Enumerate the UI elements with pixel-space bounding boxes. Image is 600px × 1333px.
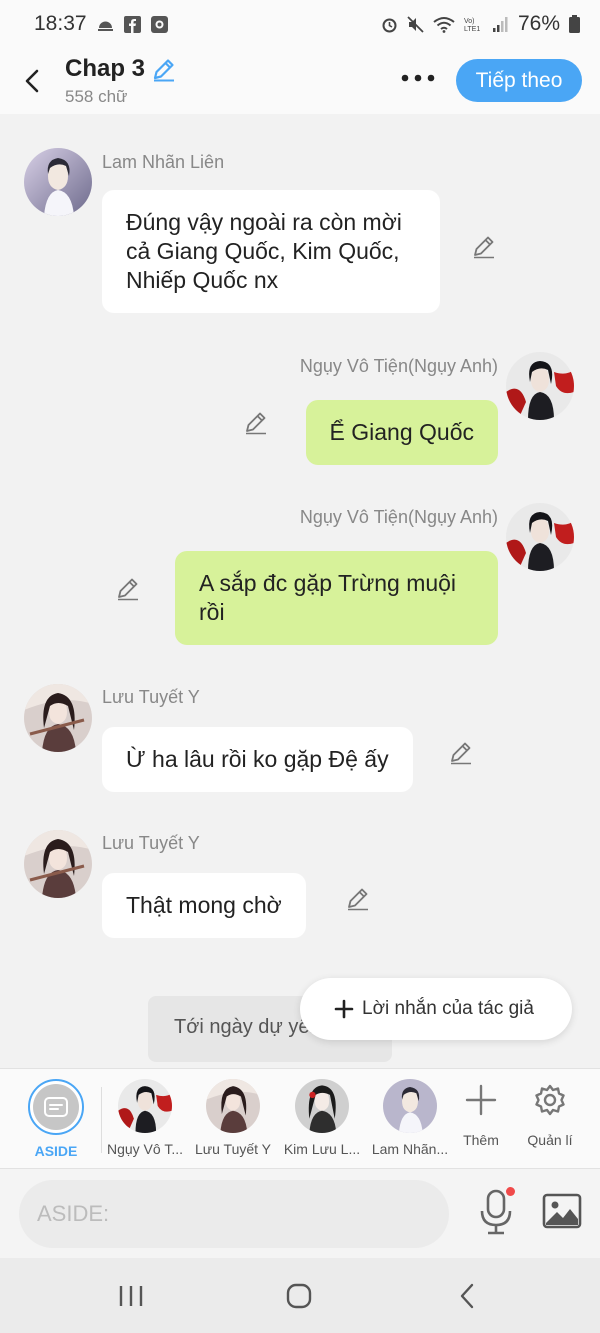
top-app-bar: Chap 3 558 chữ Tiếp theo [0,48,600,114]
message-bubble[interactable]: Ể Giang Quốc [305,400,498,465]
signal-icon [492,16,508,32]
edit-pencil-icon[interactable] [115,575,141,601]
sender-name: Ngụy Vô Tiện(Ngụy Anh) [299,356,498,376]
character-label: ASIDE [34,1143,78,1159]
sender-name: Lưu Tuyết Y [102,687,200,707]
more-options-button[interactable] [396,62,440,94]
avatar [383,1079,437,1133]
edit-pencil-icon[interactable] [448,739,474,765]
back-button[interactable] [6,55,58,107]
battery-percent: 76% [517,12,560,35]
message-icon [44,1097,68,1117]
message-bubble[interactable]: Ừ ha lâu rồi ko gặp Đệ ấy [102,727,413,792]
next-button[interactable]: Tiếp theo [456,59,582,102]
message-input[interactable]: ASIDE: [19,1180,449,1248]
message-bubble[interactable]: Đúng vậy ngoài ra còn mời cả Giang Quốc,… [102,190,440,313]
recent-apps-icon [119,1286,143,1306]
avatar[interactable] [506,352,574,420]
avatar [206,1079,260,1133]
character-item[interactable]: Ngụy Vô T... [101,1079,189,1157]
image-icon[interactable] [542,1193,582,1229]
status-time: 18:37 [34,12,87,35]
avatar [118,1079,172,1133]
system-back-icon [460,1283,474,1309]
word-count: 558 chữ [65,87,128,106]
system-back-button[interactable] [447,1278,487,1314]
input-bar: ASIDE: [0,1169,600,1258]
edit-pencil-icon[interactable] [471,233,497,259]
character-item[interactable]: Lưu Tuyết Y [189,1079,277,1157]
character-aside[interactable]: ASIDE [12,1079,100,1159]
home-icon [286,1283,312,1309]
screen-record-icon [150,15,168,33]
wifi-icon [433,16,455,33]
chapter-title: Chap 3 [65,55,146,82]
battery-icon [569,15,580,33]
chat-area[interactable]: Lam Nhãn Liên Đúng vậy ngoài ra còn mời … [0,114,600,1068]
facebook-icon [123,15,141,33]
weather-icon [97,21,113,31]
character-label: Kim Lưu L... [283,1141,361,1157]
recent-apps-button[interactable] [111,1278,151,1314]
manage-label: Quản lí [527,1132,573,1148]
gear-icon [535,1084,565,1116]
avatar [295,1079,349,1133]
system-nav-bar [0,1258,600,1333]
mute-icon [407,15,424,33]
svg-text:Vo): Vo) [464,18,475,25]
pencil-icon[interactable] [151,56,177,82]
sender-name: Lưu Tuyết Y [102,833,200,853]
character-item[interactable]: Kim Lưu L... [278,1079,366,1157]
avatar[interactable] [24,148,92,216]
notification-dot [506,1187,515,1196]
home-button[interactable] [279,1278,319,1314]
avatar[interactable] [506,503,574,571]
edit-pencil-icon[interactable] [345,885,371,911]
manage-button[interactable]: Quản lí [506,1083,594,1148]
message-bubble[interactable]: A sắp đc gặp Trừng muội rồi [175,551,498,645]
plus-icon [334,999,354,1019]
status-bar: 18:37 Vo) LTE1 76% [0,0,600,48]
message-bubble[interactable]: Thật mong chờ [102,873,306,938]
edit-pencil-icon[interactable] [243,409,269,435]
aside-avatar [28,1079,84,1135]
plus-icon [465,1084,497,1116]
svg-text:LTE1: LTE1 [464,26,480,33]
avatar[interactable] [24,684,92,752]
sender-name: Lam Nhãn Liên [102,152,225,172]
avatar[interactable] [24,830,92,898]
character-label: Lưu Tuyết Y [194,1141,272,1157]
character-label: Ngụy Vô T... [106,1141,183,1157]
author-note-label: Lời nhắn của tác giả [362,998,534,1019]
author-note-button[interactable]: Lời nhắn của tác giả [300,978,572,1040]
lte-icon: Vo)LTE1 [464,18,480,33]
character-bar: ASIDE Ngụy Vô T... Lưu Tuyết Y Kim Lưu L… [0,1068,600,1169]
chapter-title-block: Chap 3 558 chữ [65,55,177,107]
alarm-icon [382,18,397,32]
back-arrow-icon [25,69,39,93]
sender-name: Ngụy Vô Tiện(Ngụy Anh) [299,507,498,527]
more-dots-icon [401,74,435,82]
